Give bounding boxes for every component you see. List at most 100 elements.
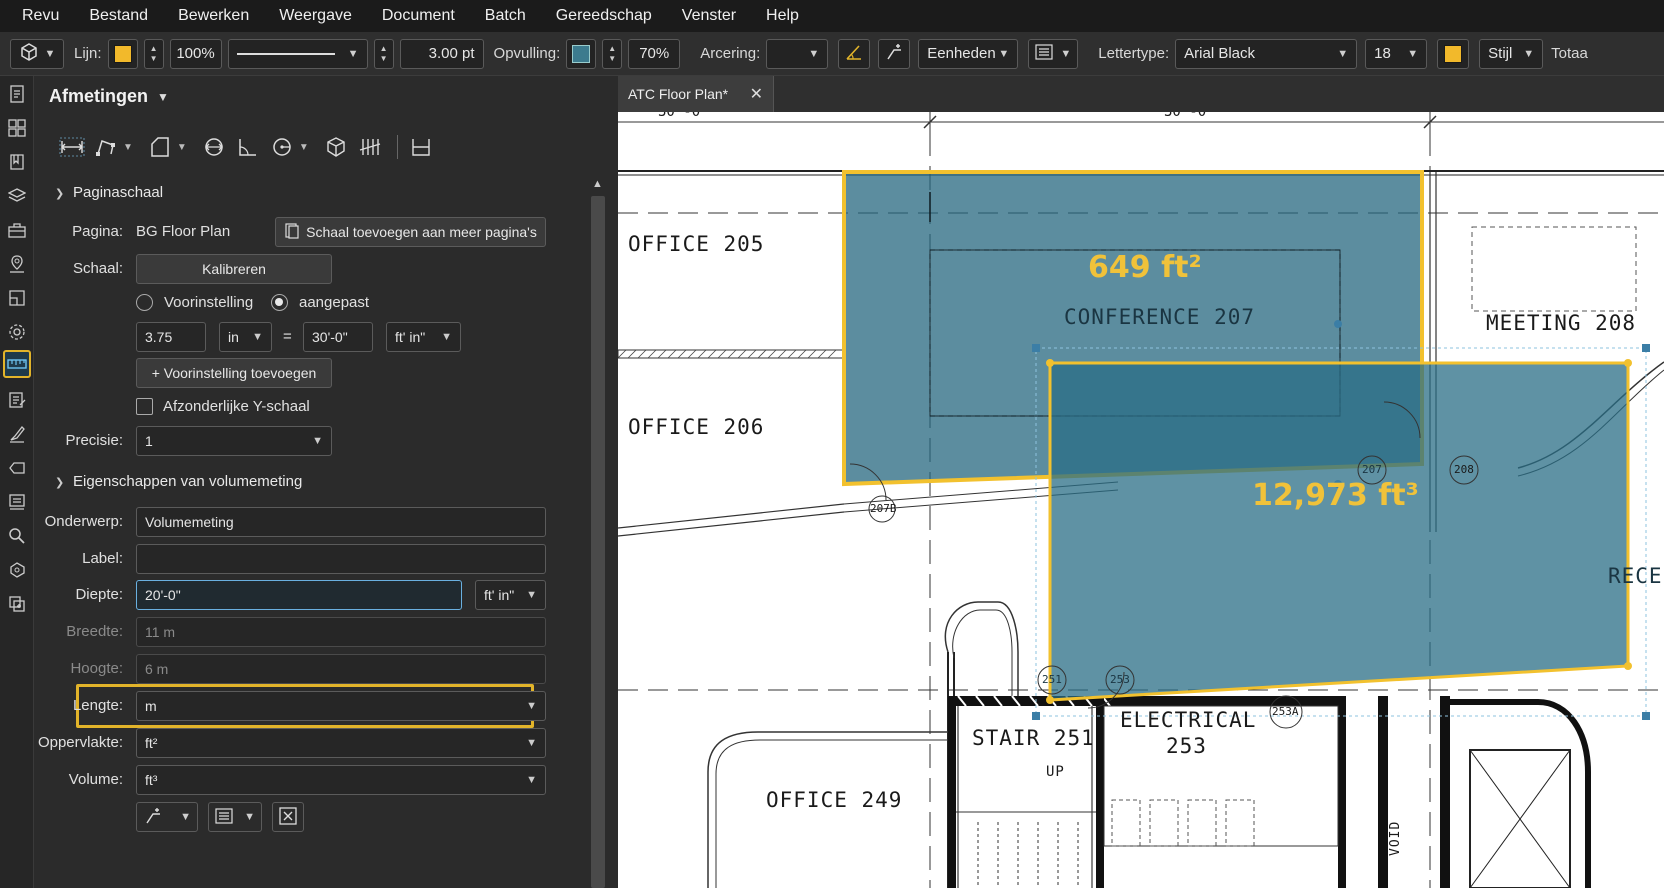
close-box-icon xyxy=(279,806,297,828)
menu-help[interactable]: Help xyxy=(751,7,814,25)
chevron-down-icon[interactable]: ▼ xyxy=(299,142,309,153)
custom-radio[interactable] xyxy=(271,294,288,311)
depth-unit-dropdown[interactable]: ft' in" ▼ xyxy=(475,580,546,610)
volume-unit-dropdown[interactable]: ft³ ▼ xyxy=(136,765,546,795)
diameter-measure-icon[interactable] xyxy=(199,133,229,161)
line-style-dropdown[interactable]: ▼ xyxy=(227,38,368,69)
radius-measure-icon[interactable] xyxy=(267,133,297,161)
scale-value-field[interactable]: 3.75 xyxy=(136,322,206,352)
fill-color-button[interactable] xyxy=(566,38,597,69)
menu-gereedschap[interactable]: Gereedschap xyxy=(541,7,667,25)
scrollbar-thumb[interactable] xyxy=(591,196,605,888)
menu-venster[interactable]: Venster xyxy=(667,7,751,25)
fill-opacity-field[interactable]: 70% xyxy=(628,38,681,69)
cutout-measure-icon[interactable] xyxy=(406,133,436,161)
menu-revu[interactable]: Revu xyxy=(0,7,74,25)
document-canvas[interactable]: OFFICE 205 OFFICE 206 CONFERENCE 207 MEE… xyxy=(618,112,1664,888)
angle-measure-icon[interactable] xyxy=(233,133,263,161)
volume-measurement-label[interactable]: 12,973 ft³ xyxy=(1252,478,1419,513)
signatures-icon[interactable] xyxy=(5,422,29,446)
line-weight-spinner[interactable]: ▲ ▼ xyxy=(373,38,394,69)
tags-icon[interactable] xyxy=(5,456,29,480)
subject-field[interactable]: Volumemeting xyxy=(136,507,546,537)
links-icon[interactable] xyxy=(5,558,29,582)
leader-style-dropdown[interactable]: ▼ xyxy=(136,802,198,832)
toolchest-icon[interactable] xyxy=(5,218,29,242)
text-align-dropdown[interactable]: ▼ xyxy=(1028,38,1079,69)
area-unit-value: ft² xyxy=(145,735,158,751)
line-zoom-field[interactable]: 100% xyxy=(169,38,222,69)
clear-button[interactable] xyxy=(272,802,304,832)
fill-opacity-spinner[interactable]: ▲ ▼ xyxy=(602,38,623,69)
spaces-icon[interactable] xyxy=(5,286,29,310)
units-dropdown[interactable]: Eenheden ▼ xyxy=(918,38,1019,69)
panel-scrollbar[interactable]: ▲ xyxy=(588,176,608,888)
measurements-icon[interactable] xyxy=(3,350,31,378)
add-scale-to-pages-button[interactable]: Schaal toevoegen aan meer pagina's xyxy=(275,217,546,247)
style-dropdown[interactable]: Stijl ▼ xyxy=(1479,38,1544,69)
calibrate-button[interactable]: Kalibreren xyxy=(136,254,332,284)
add-preset-button[interactable]: + Voorinstelling toevoegen xyxy=(136,358,332,388)
menu-weergave[interactable]: Weergave xyxy=(264,7,367,25)
font-value: Arial Black xyxy=(1184,45,1256,62)
properties-toolbar: ▼ Lijn: ▲ ▼ 100% ▼ ▲ ▼ 3.00 pt Opvulling: … xyxy=(0,32,1664,76)
thumbnails-icon[interactable] xyxy=(5,116,29,140)
settings-icon[interactable] xyxy=(5,320,29,344)
menu-document[interactable]: Document xyxy=(367,7,470,25)
preset-radio[interactable] xyxy=(136,294,153,311)
real-unit-dropdown[interactable]: ft' in" ▼ xyxy=(386,322,461,352)
precisie-label: Precisie: xyxy=(65,432,123,449)
volume-tool-dropdown[interactable]: ▼ xyxy=(10,38,64,69)
label-field[interactable] xyxy=(136,544,546,574)
chevron-down-icon: ▼ xyxy=(347,47,359,60)
chevron-down-icon[interactable]: ▼ xyxy=(123,142,133,153)
leader-tool-button[interactable] xyxy=(878,38,911,69)
separate-y-scale-checkbox[interactable] xyxy=(136,398,153,415)
precision-dropdown[interactable]: 1 ▼ xyxy=(136,426,332,456)
chevron-down-icon[interactable]: ▼ xyxy=(157,90,169,104)
file-properties-icon[interactable] xyxy=(5,82,29,106)
volume-measure-icon[interactable] xyxy=(321,133,351,161)
depth-field[interactable]: 20'-0" xyxy=(136,580,462,610)
length-unit-value: m xyxy=(145,698,157,714)
chevron-down-icon: ▼ xyxy=(526,589,537,601)
line-color-button[interactable] xyxy=(107,38,138,69)
chevron-down-icon: ▼ xyxy=(526,774,537,786)
room-office-206: OFFICE 206 xyxy=(628,415,765,439)
area-unit-dropdown[interactable]: ft² ▼ xyxy=(136,728,546,758)
close-icon[interactable]: ✕ xyxy=(750,84,763,104)
lettertype-label: Lettertype: xyxy=(1098,45,1170,62)
search-icon[interactable] xyxy=(5,524,29,548)
line-zoom-spinner[interactable]: ▲ ▼ xyxy=(143,38,164,69)
scroll-up-icon[interactable]: ▲ xyxy=(592,178,603,190)
volume-properties-section-header[interactable]: ❯ Eigenschappen van volumemeting xyxy=(55,473,302,490)
chevron-down-icon[interactable]: ▼ xyxy=(177,142,187,153)
scale-unit-dropdown[interactable]: in ▼ xyxy=(219,322,272,352)
markups-list-icon[interactable] xyxy=(5,388,29,412)
menu-bestand[interactable]: Bestand xyxy=(74,7,163,25)
area-measure-icon[interactable] xyxy=(145,133,175,161)
studio-icon[interactable] xyxy=(5,490,29,514)
area-measurement-label[interactable]: 649 ft² xyxy=(1088,250,1202,285)
text-color-swatch xyxy=(1444,44,1463,63)
line-weight-field[interactable]: 3.00 pt xyxy=(399,38,484,69)
tab-atc-floor-plan[interactable]: ATC Floor Plan* ✕ xyxy=(618,76,774,112)
menu-bewerken[interactable]: Bewerken xyxy=(163,7,264,25)
layers-icon[interactable] xyxy=(5,184,29,208)
add-panel-icon[interactable] xyxy=(5,592,29,616)
count-measure-icon[interactable] xyxy=(355,133,385,161)
text-layout-dropdown[interactable]: ▼ xyxy=(208,802,262,832)
real-value-field[interactable]: 30'-0" xyxy=(303,322,373,352)
font-size-dropdown[interactable]: 18 ▼ xyxy=(1365,38,1428,69)
bookmarks-icon[interactable] xyxy=(5,150,29,174)
length-measure-icon[interactable] xyxy=(57,133,87,161)
hatch-dropdown[interactable]: ▼ xyxy=(766,38,829,69)
places-icon[interactable] xyxy=(5,252,29,276)
length-unit-dropdown[interactable]: m ▼ xyxy=(136,691,546,721)
polylength-measure-icon[interactable] xyxy=(91,133,121,161)
text-color-button[interactable] xyxy=(1437,38,1470,69)
font-dropdown[interactable]: Arial Black ▼ xyxy=(1175,38,1358,69)
menu-batch[interactable]: Batch xyxy=(470,7,541,25)
paginaschaal-section-header[interactable]: ❯ Paginaschaal xyxy=(55,184,163,201)
slope-tool-button[interactable] xyxy=(838,38,871,69)
